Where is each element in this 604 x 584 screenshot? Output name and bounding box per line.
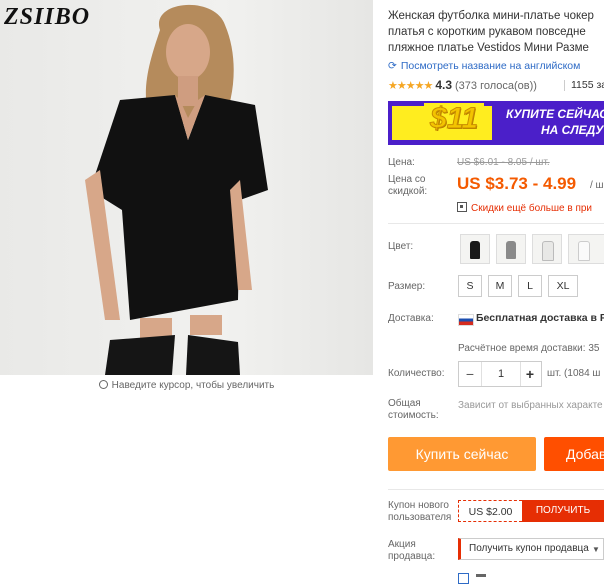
seller-promo-label: Акция продавца: [388,539,436,562]
app-discount-link[interactable]: Скидки ещё больше в при [457,201,592,214]
quantity-input[interactable]: 1 [481,362,521,386]
zoom-hint: Наведите курсор, чтобы увеличить [0,379,373,391]
get-coupon-button[interactable]: ПОЛУЧИТЬ [522,500,604,522]
size-option-s[interactable]: S [458,275,482,297]
magnifier-icon [98,380,108,389]
size-option-xl[interactable]: XL [548,275,578,297]
color-swatch [506,241,516,259]
add-to-cart-button[interactable]: Добав [544,437,604,471]
size-option-m[interactable]: M [488,275,512,297]
divider [564,80,565,91]
app-discount-text[interactable]: Скидки ещё больше в при [471,203,592,214]
color-option-black[interactable] [460,234,490,264]
color-option-white-2[interactable] [568,234,604,264]
qr-code-icon [457,202,467,212]
zoom-hint-text: Наведите курсор, чтобы увеличить [111,380,275,391]
product-title-line: платья с коротким рукавом повседне [388,26,586,38]
coupon-amount: US $2.00 [458,500,522,522]
size-option-l[interactable]: L [518,275,542,297]
new-user-coupon-label: Купон нового пользователя [388,500,452,523]
discount-price: US $3.73 - 4.99 [457,174,577,193]
promo-banner[interactable]: $11 КУПИТЕ СЕЙЧАС НА СЛЕДУ [388,101,604,145]
color-swatch [578,241,590,261]
old-price-label: Цена: [388,157,415,168]
color-swatch [542,241,554,261]
translate-icon: ⟳ [388,60,397,72]
rating-votes[interactable]: (373 голоса(ов)) [455,80,537,92]
size-label: Размер: [388,281,426,292]
rating[interactable]: ★★★★★ 4.3 (373 голоса(ов)) [388,78,537,92]
color-option-white[interactable] [532,234,562,264]
divider [388,223,604,224]
seller-coupon-select[interactable]: Получить купон продавца [458,538,604,560]
buy-now-button[interactable]: Купить сейчас [388,437,536,471]
shipping-label: Доставка: [388,313,434,324]
product-title-line: пляжное платье Vestidos Мини Разме [388,42,589,54]
russia-flag-icon [458,314,474,326]
product-main-image[interactable]: ZSIIBO [0,0,373,375]
product-title-line: Женская футболка мини-платье чокер [388,10,594,22]
discount-price-label: Цена со скидкой: [388,174,428,197]
price-unit: / ш [590,180,604,191]
total-value: Зависит от выбранных характе [458,400,603,411]
checkbox[interactable] [458,573,469,584]
model-figure [85,4,268,375]
product-title: Женская футболка мини-платье чокер плать… [388,8,604,56]
chevron-down-icon[interactable]: ▼ [592,545,600,554]
shipping-method[interactable]: Бесплатная доставка в Russia [476,312,604,324]
banner-line2: НА СЛЕДУ [541,123,604,137]
delivery-time: Расчётное время доставки: 35 [458,343,600,354]
orders-count: 1155 за [571,79,604,91]
color-label: Цвет: [388,241,414,252]
banner-amount: $11 [424,102,484,135]
translate-link-text[interactable]: Посмотреть название на английском [401,60,581,72]
rating-score: 4.3 [435,78,452,92]
old-price: US $6.01 - 8.05 / шт. [457,157,550,168]
banner-line1: КУПИТЕ СЕЙЧАС [506,107,604,121]
quantity-decrease-button[interactable]: − [459,362,481,386]
rating-stars-icon: ★★★★★ [388,80,433,92]
quantity-label: Количество: [388,368,445,379]
quantity-increase-button[interactable]: + [519,362,541,386]
color-swatch [470,241,480,259]
brand-logo: ZSIIBO [4,4,91,30]
quantity-available: шт. (1084 ш [547,368,601,379]
color-option-gray[interactable] [496,234,526,264]
divider [388,489,604,490]
translate-link[interactable]: ⟳ Посмотреть название на английском [388,60,580,72]
total-label: Общая стоимость: [388,398,439,421]
